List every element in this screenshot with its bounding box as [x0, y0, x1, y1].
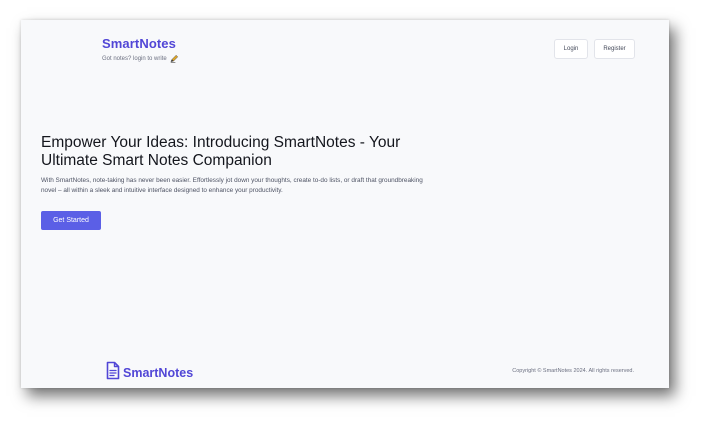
pencil-icon — [170, 54, 179, 63]
hero-description: With SmartNotes, note-taking has never b… — [41, 177, 423, 194]
register-button[interactable]: Register — [594, 39, 635, 59]
get-started-button[interactable]: Get Started — [41, 211, 101, 230]
copyright-text: Copyright © SmartNotes 2024. All rights … — [512, 368, 634, 374]
top-nav: Login Register — [554, 39, 635, 59]
browser-viewport: SmartNotes Got notes? login to write Log… — [21, 20, 669, 388]
footer-brand-name: SmartNotes — [123, 366, 194, 380]
hero-title: Empower Your Ideas: Introducing SmartNot… — [41, 134, 401, 169]
login-button[interactable]: Login — [554, 39, 588, 59]
tagline-text: Got notes? login to write — [102, 55, 167, 62]
document-icon — [106, 361, 120, 385]
brand-tagline: Got notes? login to write — [102, 54, 179, 63]
footer-brand[interactable]: SmartNotes — [106, 361, 193, 385]
brand-logo-text[interactable]: SmartNotes — [102, 36, 176, 51]
hero-section: Empower Your Ideas: Introducing SmartNot… — [41, 134, 441, 196]
